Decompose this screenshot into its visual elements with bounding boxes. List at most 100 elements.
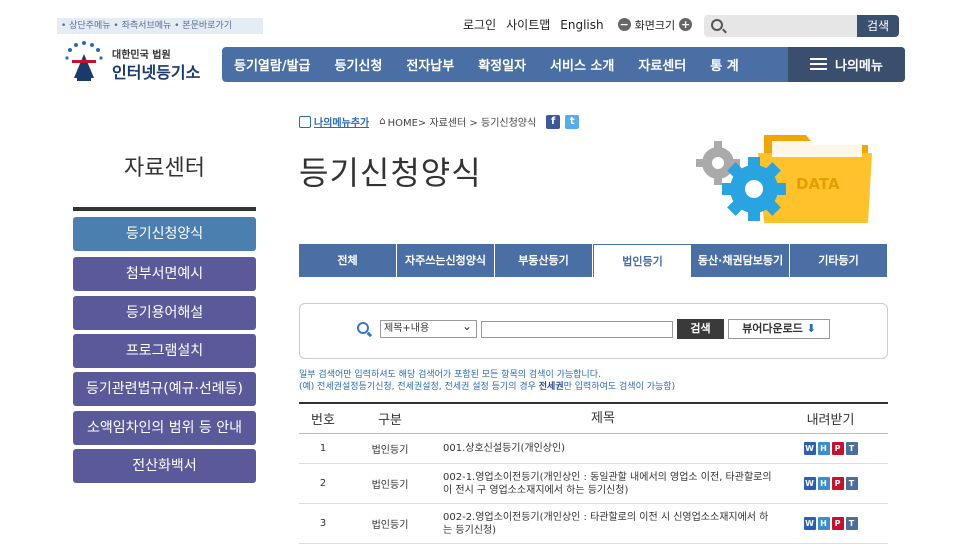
- sitemap-link[interactable]: 사이트맵: [506, 16, 550, 33]
- text-file-icon[interactable]: T: [845, 517, 858, 530]
- site-logo[interactable]: 대한민국 법원 인터넷등기소: [62, 40, 212, 84]
- viewer-download-button[interactable]: 뷰어다운로드 ⬇: [728, 319, 830, 339]
- sidebar-item-forms[interactable]: 등기신청양식: [73, 217, 256, 251]
- sidebar-divider: [73, 207, 256, 211]
- add-my-menu-link[interactable]: 나의메뉴추가: [299, 114, 369, 129]
- viewer-download-label: 뷰어다운로드: [742, 322, 803, 335]
- nav-registry-apply[interactable]: 등기신청: [323, 55, 395, 74]
- row-type: 법인등기: [371, 520, 409, 531]
- sidebar-item-tenant-info[interactable]: 소액임차인의 범위 등 안내: [73, 411, 256, 445]
- tab-frequent[interactable]: 자주쓰는신청양식: [397, 244, 495, 277]
- pdf-file-icon[interactable]: P: [831, 517, 844, 530]
- tab-corporate[interactable]: 법인등기: [593, 244, 692, 277]
- row-number: 3: [319, 518, 327, 529]
- forms-table: 번호 구분 제목 내려받기 1 법인등기 001.상호신설등기(개인상인) W …: [299, 402, 888, 544]
- hamburger-icon: [810, 58, 827, 71]
- breadcrumb: 나의메뉴추가 ⌂ HOME> 자료센터 > 등기신청양식 f t: [299, 114, 580, 129]
- facebook-icon[interactable]: f: [546, 114, 561, 129]
- sidebar-item-whitepaper[interactable]: 전산화백서: [73, 449, 256, 483]
- help-text-tail: 만 입력하여도 검색이 가능함): [563, 382, 676, 392]
- sidebar-item-programs[interactable]: 프로그램설치: [73, 334, 256, 368]
- english-link[interactable]: English: [560, 18, 603, 32]
- zoom-out-icon[interactable]: −: [617, 18, 631, 31]
- sidebar-title: 자료센터: [124, 156, 205, 181]
- search-submit-button[interactable]: 검색: [677, 319, 724, 339]
- category-tabs: 전체 자주쓰는신청양식 부동산등기 법인등기 동산·채권담보등기 기타등기: [299, 244, 888, 277]
- search-button[interactable]: 검색: [857, 15, 899, 37]
- word-file-icon[interactable]: W: [803, 477, 816, 490]
- row-title-link[interactable]: 001.상호신설등기(개인상인): [433, 442, 773, 455]
- header-download: 내려받기: [806, 413, 855, 428]
- nav-registry-view[interactable]: 등기열람/발급: [222, 55, 323, 74]
- hwp-file-icon[interactable]: H: [817, 517, 830, 530]
- checkbox-icon: [299, 115, 311, 128]
- text-file-icon[interactable]: T: [845, 442, 858, 455]
- logo-title: 인터넷등기소: [112, 63, 201, 82]
- zoom-label: 화면크기: [634, 18, 676, 32]
- nav-e-payment[interactable]: 전자납부: [394, 55, 466, 74]
- login-link[interactable]: 로그인: [463, 16, 496, 33]
- skip-links[interactable]: • 상단주메뉴 • 좌측서브메뉴 • 본문바로가기: [57, 18, 263, 34]
- table-header: 번호 구분 제목 내려받기: [299, 402, 888, 434]
- sidebar-item-glossary[interactable]: 등기용어해설: [73, 296, 256, 330]
- sidebar-item-regulations[interactable]: 등기관련법규(예규·선례등): [73, 372, 256, 406]
- search-type-select[interactable]: 제목+내용: [380, 318, 477, 338]
- search-icon: [711, 19, 723, 31]
- download-icon: ⬇: [806, 322, 816, 335]
- twitter-icon[interactable]: t: [565, 114, 580, 129]
- add-my-menu-label: 나의메뉴추가: [314, 118, 370, 129]
- row-type: 법인등기: [371, 480, 409, 491]
- hwp-file-icon[interactable]: H: [817, 477, 830, 490]
- court-emblem-icon: [65, 41, 103, 81]
- search-help-line2: (예) 전세권설정등기신청, 전세권설정, 전세권 설정 등기의 경우 전세권만…: [299, 381, 675, 393]
- help-text: (예) 전세권설정등기신청, 전세권설정, 전세권 설정 등기의 경우: [299, 382, 539, 392]
- pdf-file-icon[interactable]: P: [831, 477, 844, 490]
- zoom-in-icon[interactable]: +: [679, 18, 693, 31]
- nav-service-intro[interactable]: 서비스 소개: [538, 55, 626, 74]
- my-menu-button[interactable]: 나의메뉴: [788, 47, 905, 82]
- search-help: 일부 검색어만 입력하셔도 해당 검색어가 포함된 모든 항목의 검색이 가능합…: [299, 369, 675, 393]
- header-title: 제목: [591, 411, 615, 426]
- nav-data-center[interactable]: 자료센터: [626, 55, 698, 74]
- keyword-input[interactable]: [481, 321, 673, 338]
- word-file-icon[interactable]: W: [803, 517, 816, 530]
- row-downloads: W H P T: [773, 442, 888, 455]
- page-title: 등기신청양식: [299, 154, 482, 192]
- data-folder-illustration: DATA: [696, 135, 872, 223]
- row-number: 1: [319, 443, 327, 454]
- word-file-icon[interactable]: W: [803, 442, 816, 455]
- hwp-file-icon[interactable]: H: [817, 442, 830, 455]
- tab-other[interactable]: 기타등기: [790, 244, 888, 277]
- tab-movable-assets[interactable]: 동산·채권담보등기: [692, 244, 790, 277]
- table-row: 3 법인등기 002-2.영업소이전등기(개인상인 : 타관할로의 이전 시 신…: [299, 504, 888, 544]
- row-title-link[interactable]: 002-2.영업소이전등기(개인상인 : 타관할로의 이전 시 신영업소소재지에…: [433, 511, 773, 537]
- table-row: 1 법인등기 001.상호신설등기(개인상인) W H P T: [299, 434, 888, 464]
- search-help-line1: 일부 검색어만 입력하셔도 해당 검색어가 포함된 모든 항목의 검색이 가능합…: [299, 370, 601, 380]
- main-navigation: 등기열람/발급 등기신청 전자납부 확정일자 서비스 소개 자료센터 통 계 나…: [222, 47, 905, 82]
- home-icon[interactable]: ⌂: [379, 116, 385, 127]
- data-label: DATA: [796, 175, 840, 193]
- sidebar-item-attachments[interactable]: 첨부서면예시: [73, 257, 256, 291]
- breadcrumb-path: HOME> 자료센터 > 등기신청양식: [387, 118, 537, 129]
- tab-all[interactable]: 전체: [299, 244, 397, 277]
- row-number: 2: [319, 478, 327, 489]
- top-search: 검색: [704, 15, 899, 37]
- search-icon: [357, 322, 369, 334]
- header-number: 번호: [311, 413, 335, 428]
- nav-statistics[interactable]: 통 계: [698, 55, 750, 74]
- tab-real-estate[interactable]: 부동산등기: [495, 244, 593, 277]
- pdf-file-icon[interactable]: P: [831, 442, 844, 455]
- row-title-link[interactable]: 002-1.영업소이전등기(개인상인 : 동일관할 내에서의 영업소 이전, 타…: [433, 471, 773, 497]
- nav-fixed-date[interactable]: 확정일자: [466, 55, 538, 74]
- row-downloads: W H P T: [773, 477, 888, 490]
- utility-bar: 로그인 사이트맵 English − 화면크기 +: [463, 16, 702, 33]
- table-row: 2 법인등기 002-1.영업소이전등기(개인상인 : 동일관할 내에서의 영업…: [299, 464, 888, 504]
- zoom-control: − 화면크기 +: [614, 17, 702, 33]
- text-file-icon[interactable]: T: [845, 477, 858, 490]
- search-input[interactable]: [704, 15, 857, 37]
- search-panel: 제목+내용 검색 뷰어다운로드 ⬇: [299, 303, 888, 359]
- my-menu-label: 나의메뉴: [835, 59, 883, 74]
- row-type: 법인등기: [371, 445, 409, 456]
- header-type: 구분: [378, 413, 402, 428]
- row-downloads: W H P T: [773, 517, 888, 530]
